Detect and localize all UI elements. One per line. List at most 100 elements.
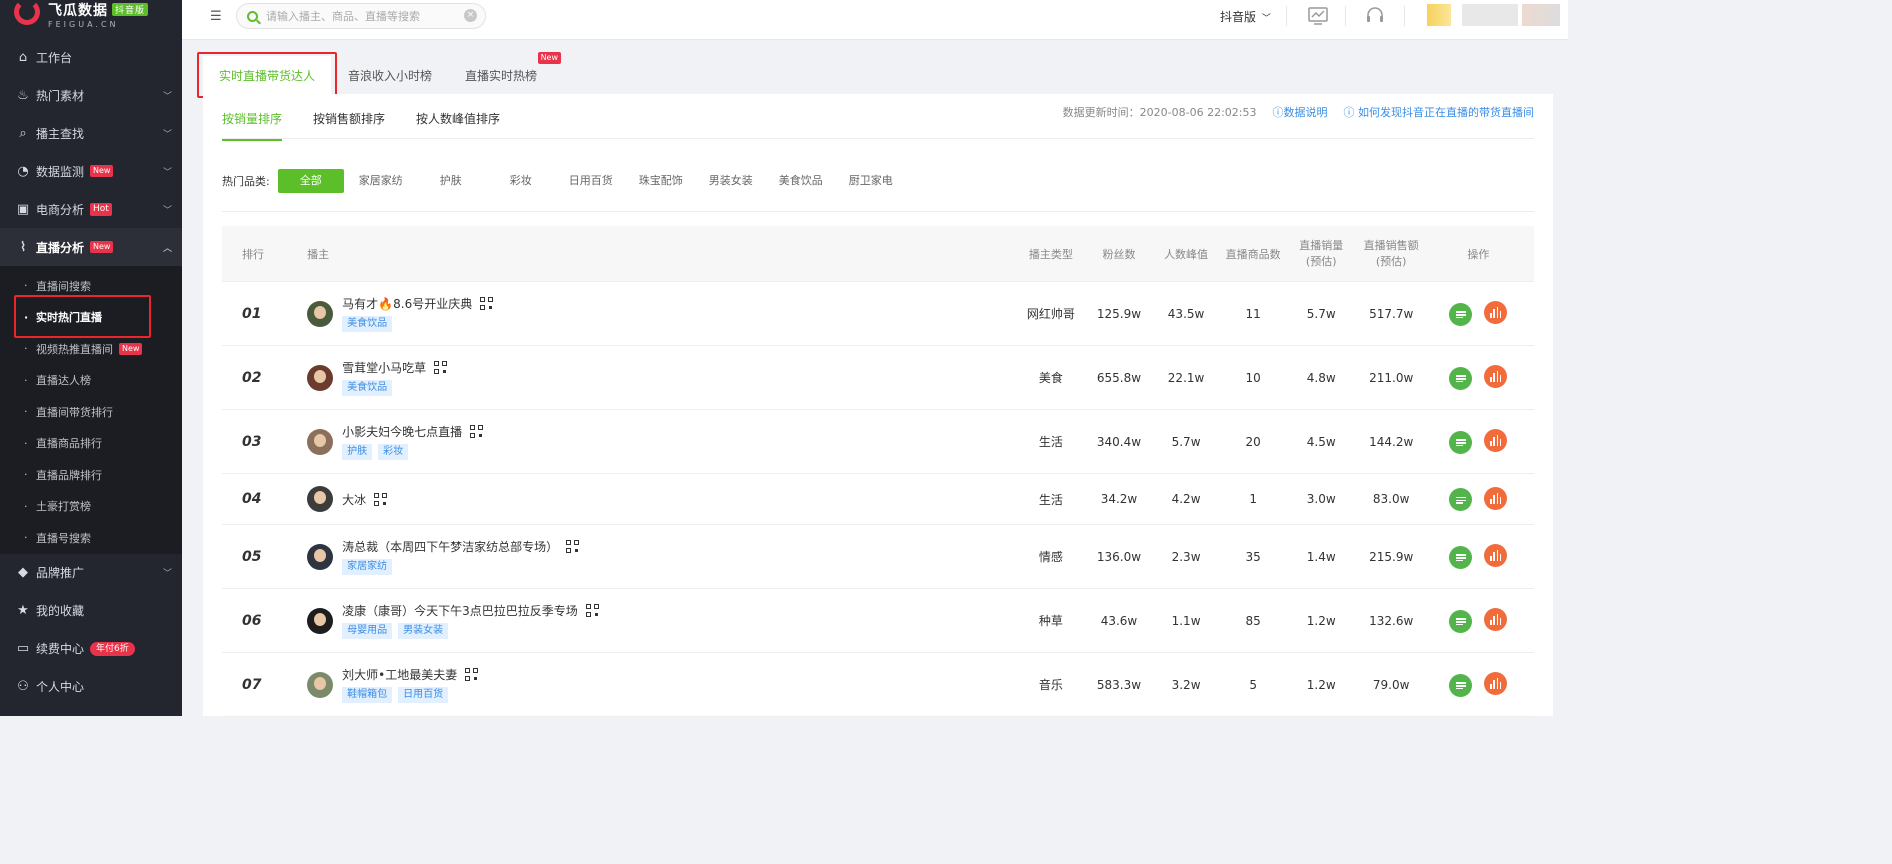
detail-list-button[interactable] [1449,366,1473,390]
sidebar-subitem-live-sales-rank[interactable]: 直播间带货排行 [0,396,182,428]
search-input[interactable] [266,9,456,23]
detail-list-button[interactable] [1449,673,1473,697]
avatar[interactable] [307,364,334,391]
table-row[interactable]: 06 凌康（康哥）今天下午3点巴拉巴拉反季专场 母婴用品 男装女装 种草 43.6… [222,589,1534,653]
avatar[interactable] [307,543,334,570]
qrcode-icon[interactable] [480,297,494,310]
qrcode-icon[interactable] [585,604,599,617]
sidebar-subitem-tipper-rank[interactable]: 土豪打赏榜 [0,491,182,523]
data-note-link[interactable]: ⓘ数据说明 [1273,104,1328,120]
user-name-blurred [1522,4,1560,26]
tab-sort-by-peak[interactable]: 按人数峰值排序 [416,110,500,127]
host-name-link[interactable]: 马有才🔥8.6号开业庆典 [342,295,472,312]
qrcode-icon[interactable] [566,540,580,553]
goods-count: 10 [1245,370,1261,385]
sidebar-item-renewal[interactable]: ▭ 续费中心 年付6折 [0,630,182,668]
sidebar-item-profile[interactable]: ⚇ 个人中心 [0,668,182,706]
qrcode-icon[interactable] [434,361,448,374]
logo[interactable]: 飞瓜数据 抖音版 FEIGUA.CN [0,0,182,38]
tab-sort-by-sales[interactable]: 按销量排序 [222,110,283,141]
avatar[interactable] [1427,4,1451,26]
avatar[interactable] [307,607,334,634]
sidebar-item-host-search[interactable]: ⌕ 播主查找 ﹀ [0,114,182,152]
host-name-link[interactable]: 大冰 [342,491,366,508]
sidebar-item-ecommerce[interactable]: ▣ 电商分析 Hot ﹀ [0,190,182,228]
avatar[interactable] [307,486,334,512]
analysis-chart-button[interactable] [1484,301,1508,325]
header-rank: 排行 [242,247,264,261]
host-name-link[interactable]: 雪茸堂小马吃草 [342,359,426,376]
host-name-link[interactable]: 小影夫妇今晚七点直播 [342,423,462,440]
chart-screen-icon[interactable] [1308,6,1328,26]
bar-chart-icon [1490,492,1502,504]
search-box: × [236,3,486,29]
sidebar-subitem-live-talent-rank[interactable]: 直播达人榜 [0,365,182,397]
filter-chip[interactable]: 美食饮品 [766,169,836,193]
analysis-chart-button[interactable] [1484,608,1508,632]
detail-list-button[interactable] [1449,302,1473,326]
table-row[interactable]: 02 雪茸堂小马吃草 美食饮品 美食 655.8w 22.1w 10 4.8w … [222,346,1534,410]
qrcode-icon[interactable] [470,425,484,438]
search-icon: ⌕ [19,125,27,141]
table-row[interactable]: 03 小影夫妇今晚七点直播 护肤 彩妆 生活 340.4w 5.7w 20 4.5… [222,410,1534,474]
detail-list-button[interactable] [1449,545,1473,569]
sidebar-item-workbench[interactable]: ⌂ 工作台 [0,38,182,76]
filter-chip[interactable]: 男装女装 [696,169,766,193]
sidebar-subitem-video-hot-live[interactable]: 视频热推直播间New [0,333,182,365]
sidebar-item-hot-materials[interactable]: ♨ 热门素材 ﹀ [0,76,182,114]
sidebar-subitem-live-room-search[interactable]: 直播间搜索 [0,270,182,302]
table-row[interactable]: 05 涛总裁（本周四下午梦洁家纺总部专场） 家居家纺 情感 136.0w 2.3… [222,525,1534,589]
filter-chip[interactable]: 彩妆 [486,169,556,193]
sidebar-subitem-live-account-search[interactable]: 直播号搜索 [0,522,182,554]
new-badge: New [90,165,114,177]
sidebar-item-brand-promo[interactable]: ◆ 品牌推广 ﹀ [0,554,182,592]
sidebar-subitem-realtime-hot-live[interactable]: 实时热门直播 [0,302,182,334]
avatar[interactable] [307,428,334,455]
host-name-link[interactable]: 刘大师•工地最美夫妻 [342,666,457,683]
analysis-chart-button[interactable] [1484,365,1508,389]
table-row[interactable]: 01 马有才🔥8.6号开业庆典 美食饮品 网红帅哥 125.9w 43.5w 1… [222,282,1534,346]
analysis-chart-button[interactable] [1484,544,1508,568]
menu-toggle-icon[interactable]: ☰ [210,9,222,24]
detail-list-button[interactable] [1449,609,1473,633]
peak-viewers: 2.3w [1171,549,1201,564]
sidebar-item-data-monitor[interactable]: ◔ 数据监测 New ﹀ [0,152,182,190]
avatar[interactable] [307,300,334,327]
table-row[interactable]: 07 刘大师•工地最美夫妻 鞋帽箱包 日用百货 音乐 583.3w 3.2w 5 … [222,653,1534,717]
qrcode-icon[interactable] [465,668,479,681]
avatar[interactable] [307,671,334,698]
host-name-link[interactable]: 凌康（康哥）今天下午3点巴拉巴拉反季专场 [342,602,578,619]
host-name-link[interactable]: 涛总裁（本周四下午梦洁家纺总部专场） [342,538,558,555]
how-to-link[interactable]: ⓘ 如何发现抖音正在直播的带货直播间 [1344,104,1535,120]
headset-icon[interactable] [1365,6,1385,26]
detail-list-button[interactable] [1449,430,1473,454]
tab-live-hot-rank[interactable]: 直播实时热榜 New [449,52,562,94]
chevron-down-icon: ﹀ [162,167,172,178]
filter-chip[interactable]: 日用百货 [556,169,626,193]
ranking-table: 排行 播主 播主类型 粉丝数 人数峰值 直播商品数 直播销量 (预估) 直播销售额… [222,226,1534,717]
filter-chip[interactable]: 厨卫家电 [836,169,906,193]
detail-list-button[interactable] [1449,488,1473,512]
sidebar-item-favorites[interactable]: ★ 我的收藏 [0,592,182,630]
table-row[interactable]: 04 大冰 生活 34.2w 4.2w 1 3.0w 83.0w [222,474,1534,525]
qrcode-icon[interactable] [374,492,388,506]
filter-chip[interactable]: 护肤 [416,169,486,193]
rank-number: 02 [242,369,262,386]
sidebar-subitem-live-brand-rank[interactable]: 直播品牌排行 [0,459,182,491]
fans-count: 583.3w [1096,677,1142,692]
sidebar-subitem-live-product-rank[interactable]: 直播商品排行 [0,428,182,460]
clear-icon[interactable]: × [464,9,477,22]
tab-realtime-live-talent[interactable]: 实时直播带货达人 [203,56,332,94]
platform-dropdown[interactable]: 抖音版 ﹀ [1220,8,1271,25]
analysis-chart-button[interactable] [1484,486,1508,510]
tab-sort-by-amount[interactable]: 按销售额排序 [313,110,385,127]
live-analysis-submenu: 直播间搜索 实时热门直播 视频热推直播间New 直播达人榜 直播间带货排行 直播… [0,266,182,554]
sidebar-item-live-analysis[interactable]: ⌇ 直播分析 New ︿ [0,228,182,266]
filter-chip-all[interactable]: 全部 [277,169,344,193]
analysis-chart-button[interactable] [1484,672,1508,696]
tab-yinlang-hourly[interactable]: 音浪收入小时榜 [332,56,448,94]
sidebar-item-label: 数据监测 [36,164,85,179]
filter-chip[interactable]: 家居家纺 [346,169,416,193]
filter-chip[interactable]: 珠宝配饰 [626,169,696,193]
analysis-chart-button[interactable] [1484,429,1508,453]
